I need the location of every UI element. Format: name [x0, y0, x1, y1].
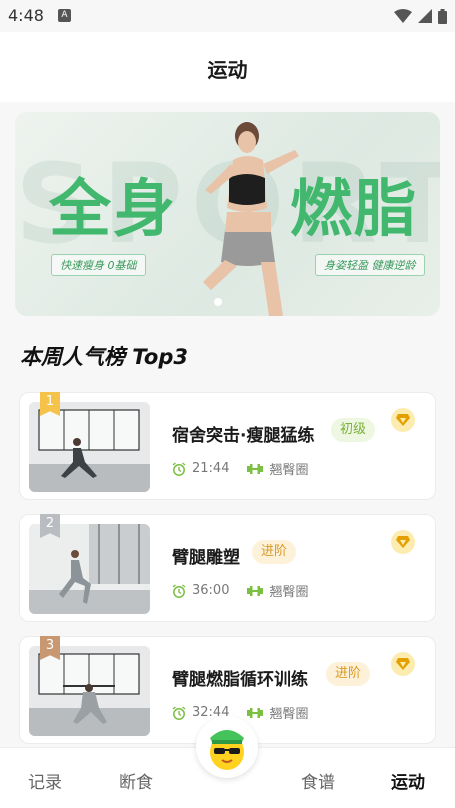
workout-meta: 21:44 翘臀圈: [172, 459, 308, 478]
workout-duration: 36:00: [192, 583, 230, 598]
header: 运动: [0, 32, 455, 102]
status-indicators: [394, 6, 447, 26]
notification-app-icon: A: [58, 9, 71, 22]
workout-card[interactable]: 1 宿舍突击·瘦腿猛练 初级 21:44 翘臀圈: [19, 392, 436, 500]
workout-tag: 翘臀圈: [269, 707, 309, 722]
vip-diamond-icon: [391, 408, 415, 432]
page-title: 运动: [207, 58, 248, 82]
mascot-center-button[interactable]: [196, 716, 258, 778]
level-badge: 进阶: [252, 540, 297, 564]
banner-headline-right: 燃脂: [290, 172, 419, 245]
vip-diamond-icon: [391, 530, 415, 554]
status-bar: 4:48 A: [0, 0, 455, 32]
mascot-icon: [210, 730, 244, 770]
vip-diamond-icon: [391, 652, 415, 676]
banner-headline-left: 全身: [49, 172, 178, 245]
tab-record[interactable]: 记录: [28, 768, 62, 793]
workout-card[interactable]: 2 臂腿雕塑 进阶 36:00 翘臀圈: [19, 514, 436, 622]
workout-duration: 21:44: [192, 461, 230, 476]
dumbbell-icon: [247, 585, 264, 597]
workout-tag: 翘臀圈: [269, 585, 309, 600]
level-badge: 初级: [331, 418, 376, 442]
carousel-indicator[interactable]: [214, 298, 222, 306]
section-title: 本周人气榜 Top3: [20, 341, 188, 371]
alarm-clock-icon: [172, 583, 186, 598]
level-badge: 进阶: [326, 662, 371, 686]
battery-icon: [438, 8, 447, 24]
workout-tag: 翘臀圈: [269, 463, 309, 478]
section-title-text: 本周人气榜 Top3: [20, 345, 188, 369]
workout-thumbnail: [29, 646, 150, 736]
banner-tag-left: 快速瘦身 0基础: [51, 254, 146, 276]
promo-banner[interactable]: SPORT 全身 燃脂 快速瘦身 0基础 身姿轻盈 健康逆龄: [15, 112, 440, 316]
cell-signal-icon: [418, 9, 432, 23]
workout-title: 臂腿燃脂循环训练: [172, 670, 308, 690]
banner-tag-right: 身姿轻盈 健康逆龄: [315, 254, 425, 276]
tab-exercise[interactable]: 运动: [391, 768, 425, 793]
workout-title: 宿舍突击·瘦腿猛练: [172, 426, 315, 446]
workout-meta: 36:00 翘臀圈: [172, 581, 308, 600]
dumbbell-icon: [247, 463, 264, 475]
wifi-icon: [394, 9, 412, 23]
tab-recipes[interactable]: 食谱: [301, 768, 335, 793]
status-time: 4:48: [8, 6, 44, 25]
alarm-clock-icon: [172, 461, 186, 476]
alarm-clock-icon: [172, 705, 186, 720]
workout-thumbnail: [29, 402, 150, 492]
workout-title: 臂腿雕塑: [172, 548, 240, 568]
tab-fasting[interactable]: 断食: [119, 768, 153, 793]
workout-thumbnail: [29, 524, 150, 614]
